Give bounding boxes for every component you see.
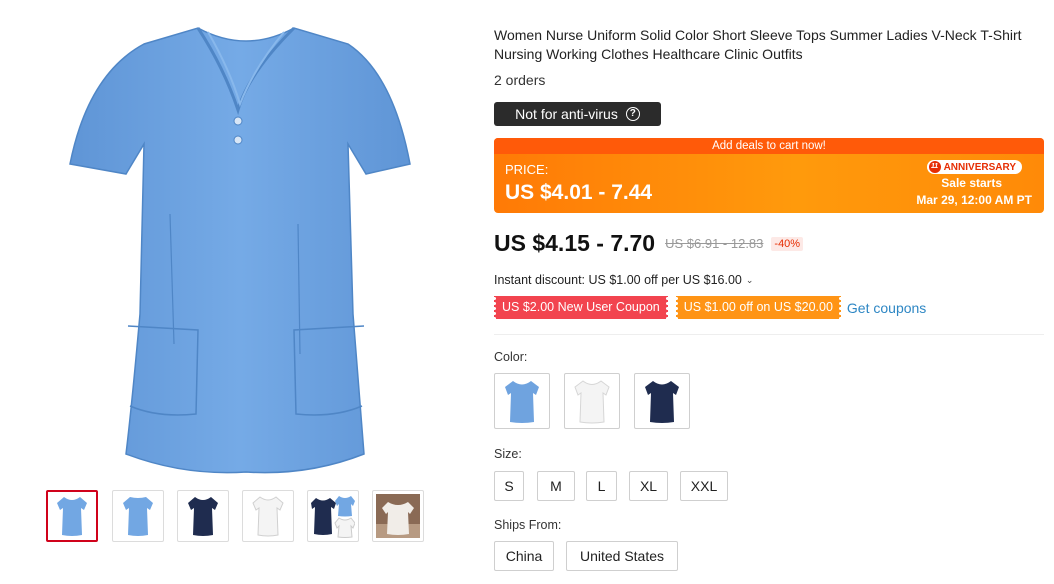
ships-from-china[interactable]: China [494, 541, 554, 571]
divider [494, 334, 1044, 335]
main-product-image[interactable] [48, 14, 444, 480]
price-row: US $4.15 - 7.70 US $6.91 - 12.83 -40% [494, 230, 804, 257]
size-label: Size: [494, 447, 522, 461]
color-option-light-blue[interactable] [494, 373, 550, 429]
size-option-s[interactable]: S [494, 471, 524, 501]
size-option-xxl[interactable]: XXL [680, 471, 728, 501]
product-title-line-2: Nursing Working Clothes Healthcare Clini… [494, 46, 803, 62]
thumbnail-photo[interactable] [372, 490, 424, 542]
product-title-line-1: Women Nurse Uniform Solid Color Short Sl… [494, 27, 1022, 43]
sale-start-date: Mar 29, 12:00 AM PT [916, 193, 1032, 207]
badge-label: Not for anti-virus [515, 106, 618, 122]
promo-price: US $4.01 - 7.44 [505, 181, 653, 204]
new-user-coupon[interactable]: US $2.00 New User Coupon [493, 296, 669, 319]
size-option-xl[interactable]: XL [629, 471, 668, 501]
coupon-row: US $2.00 New User Coupon US $1.00 off on… [493, 296, 926, 319]
orders-count: 2 orders [494, 72, 546, 88]
anniversary-logo-icon: 11 [928, 161, 941, 173]
thumbnail-light-blue-back[interactable] [112, 490, 164, 542]
sale-starts-label: Sale starts [941, 176, 1002, 190]
anniversary-label: ANNIVERSARY [943, 161, 1016, 173]
color-option-navy[interactable] [634, 373, 690, 429]
original-price: US $6.91 - 12.83 [665, 236, 764, 251]
discount-badge: -40% [771, 236, 804, 251]
not-for-anti-virus-badge[interactable]: Not for anti-virus ? [494, 102, 661, 126]
thumbnail-navy-front[interactable] [177, 490, 229, 542]
color-label: Color: [494, 350, 528, 364]
anniversary-badge: 11 ANNIVERSARY [926, 160, 1022, 174]
product-title: Women Nurse Uniform Solid Color Short Sl… [494, 26, 1046, 64]
store-coupon[interactable]: US $1.00 off on US $20.00 [674, 296, 843, 319]
thumbnail-white-front[interactable] [242, 490, 294, 542]
instant-discount-text: Instant discount: US $1.00 off per US $1… [494, 273, 742, 287]
thumbnail-navy-multi[interactable] [307, 490, 359, 542]
ships-from-united-states[interactable]: United States [566, 541, 678, 571]
current-price: US $4.15 - 7.70 [494, 230, 656, 256]
promo-price-label: PRICE: [505, 162, 549, 177]
chevron-down-icon[interactable]: ⌄ [746, 275, 754, 286]
size-option-l[interactable]: L [586, 471, 617, 501]
promo-banner[interactable]: Add deals to cart now! PRICE: US $4.01 -… [494, 138, 1044, 213]
ships-from-label: Ships From: [494, 518, 562, 532]
get-coupons-link[interactable]: Get coupons [847, 300, 926, 316]
promo-banner-text: Add deals to cart now! [494, 138, 1044, 154]
thumbnail-light-blue-front[interactable] [46, 490, 98, 542]
instant-discount[interactable]: Instant discount: US $1.00 off per US $1… [494, 273, 753, 287]
size-option-m[interactable]: M [537, 471, 575, 501]
color-option-white[interactable] [564, 373, 620, 429]
question-circle-icon[interactable]: ? [625, 107, 640, 121]
